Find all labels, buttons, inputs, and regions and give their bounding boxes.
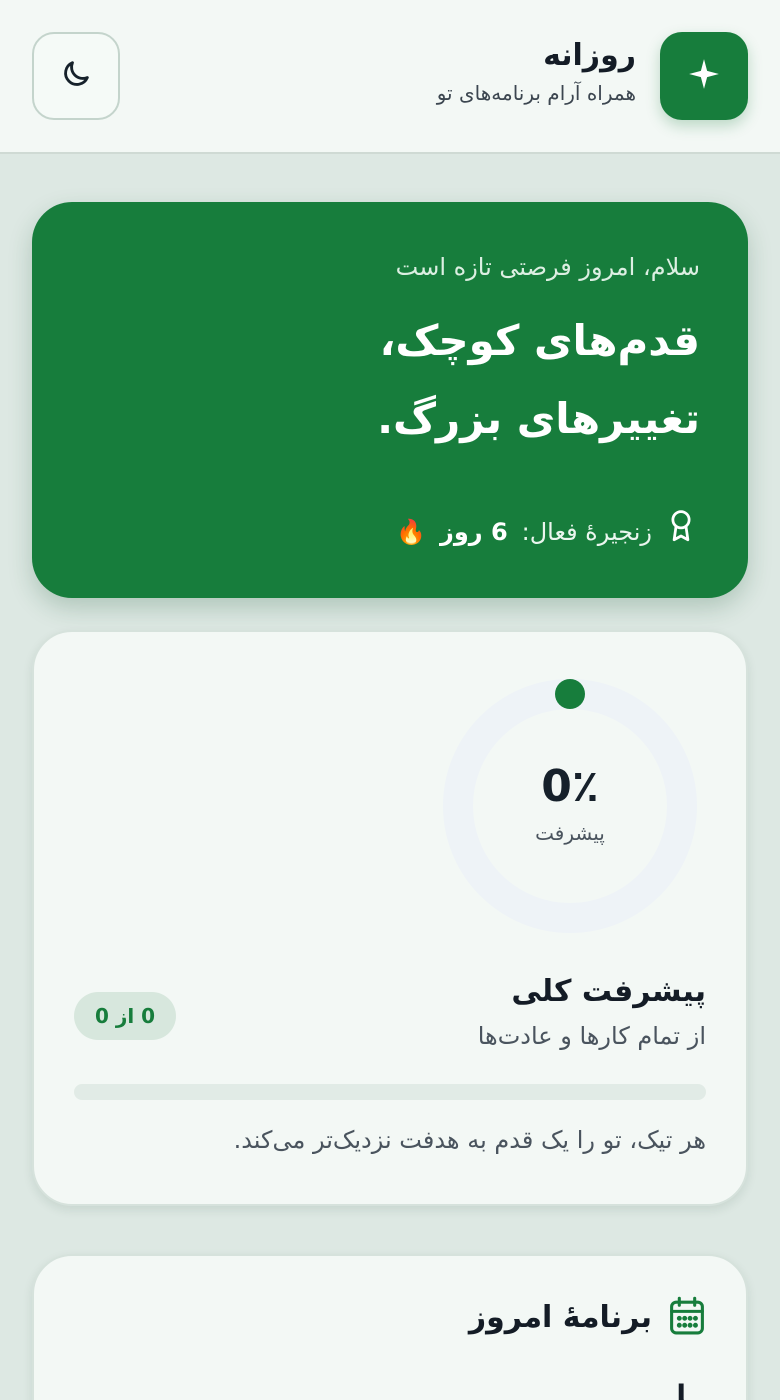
progress-percent: 0٪ [541, 761, 599, 812]
calendar-icon [668, 1296, 706, 1340]
progress-bar [74, 1084, 706, 1100]
today-title: برنامهٔ امروز [468, 1300, 652, 1335]
today-header: برنامهٔ امروز [469, 1296, 706, 1340]
app-subtitle: همراه آرام برنامه‌های تو [436, 81, 636, 105]
app-logo-button[interactable] [660, 32, 748, 120]
progress-ring-center: 0٪ پیشرفت [440, 676, 700, 936]
today-content-peek: ــا [676, 1379, 706, 1400]
app-page: روزانه همراه آرام برنامه‌های تو سلام، ام… [0, 0, 780, 1400]
hero-greeting: سلام، امروز فرصتی تازه است [395, 253, 700, 281]
hero-headline-line-2: تغییرهای بزرگ. [377, 394, 700, 443]
progress-title: پیشرفت کلی [511, 974, 706, 1009]
streak-value: 6 روز [440, 518, 508, 546]
brand: روزانه همراه آرام برنامه‌های تو [437, 36, 636, 108]
hero-headline: قدم‌های کوچک، تغییرهای بزرگ. [80, 302, 700, 458]
streak-info: زنجیرهٔ فعال: 6 روز 🔥 [396, 508, 696, 556]
fire-emoji: 🔥 [396, 518, 427, 546]
progress-ring: 0٪ پیشرفت [440, 676, 700, 936]
hero-card: سلام، امروز فرصتی تازه است قدم‌های کوچک،… [32, 202, 748, 598]
moon-icon [59, 57, 93, 95]
progress-tip: هر تیک، تو را یک قدم به هدفت نزدیک‌تر می… [233, 1126, 706, 1154]
today-card: برنامهٔ امروز ــا [32, 1254, 748, 1400]
app-header: روزانه همراه آرام برنامه‌های تو [0, 0, 780, 154]
progress-count-badge: 0 از 0 [74, 992, 176, 1040]
hero-headline-line-1: قدم‌های کوچک، [379, 316, 700, 365]
award-icon [666, 508, 696, 556]
progress-card: 0٪ پیشرفت پیشرفت کلی از تمام کارها و عاد… [32, 630, 748, 1206]
app-title: روزانه [543, 38, 636, 73]
progress-subtitle: از تمام کارها و عادت‌ها [477, 1022, 706, 1050]
sparkle-icon [687, 57, 721, 95]
streak-label: زنجیرهٔ فعال: [521, 518, 652, 546]
theme-toggle-button[interactable] [32, 32, 120, 120]
progress-ring-label: پیشرفت [535, 821, 605, 845]
